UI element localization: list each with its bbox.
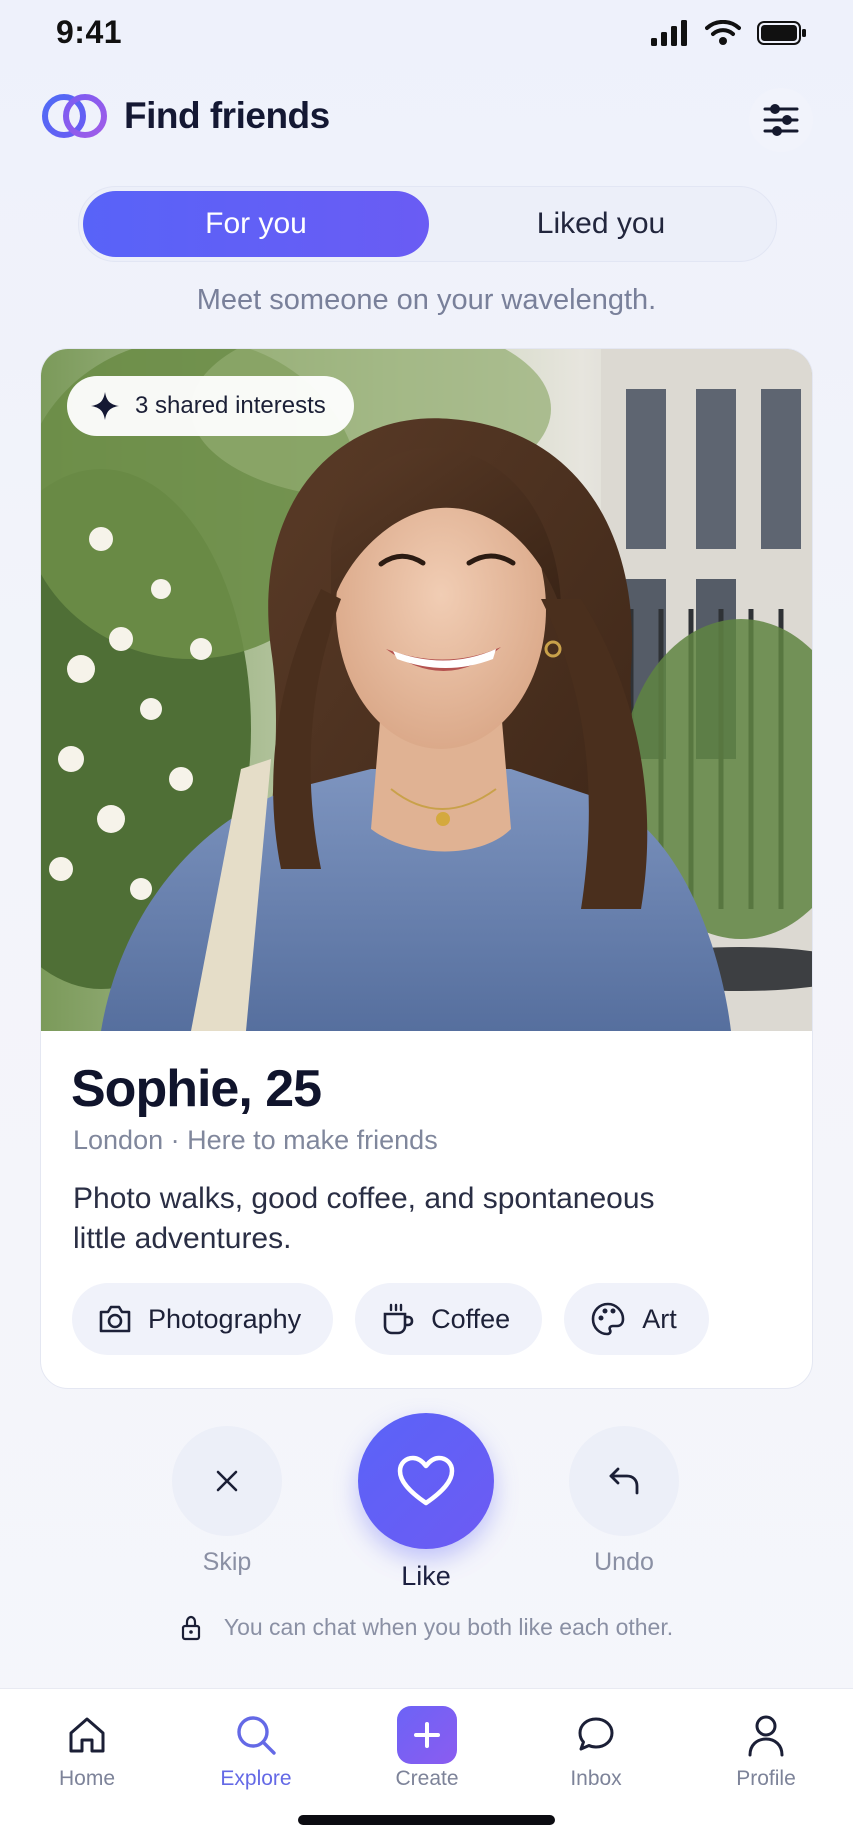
nav-label: Inbox (570, 1767, 622, 1790)
nav-explore[interactable]: Explore (186, 1707, 326, 1791)
filter-button[interactable] (749, 88, 813, 152)
tab-for-you[interactable]: For you (83, 191, 429, 257)
nav-label: Create (395, 1767, 459, 1790)
heart-icon (397, 1455, 455, 1506)
signal-icon (651, 20, 687, 46)
tab-liked-you[interactable]: Liked you (428, 191, 774, 257)
undo-action: Undo (569, 1426, 679, 1577)
skip-action: Skip (172, 1426, 282, 1577)
like-action: Like (358, 1413, 494, 1592)
like-label: Like (401, 1561, 451, 1591)
profile-bio: Photo walks, good coffee, and spontaneou… (73, 1182, 655, 1255)
home-indicator (298, 1815, 555, 1825)
interest-chip-label: Coffee (431, 1303, 511, 1334)
nav-create[interactable]: Create (357, 1706, 497, 1791)
chat-bubble-icon (578, 1717, 614, 1751)
undo-arrow-icon (609, 1467, 639, 1495)
lock-icon (181, 1615, 200, 1640)
shared-interests-label: 3 shared interests (135, 392, 326, 419)
nav-label: Profile (736, 1767, 796, 1790)
status-bar: 9:41 (0, 0, 853, 70)
battery-icon (757, 21, 806, 45)
interest-chip-label: Photography (148, 1303, 302, 1334)
profile-name: Sophie, 25 (71, 1060, 322, 1118)
person-icon (748, 1715, 784, 1757)
chat-note: You can chat when you both like each oth… (0, 1614, 853, 1641)
interest-chip-art[interactable]: Art (564, 1283, 709, 1355)
search-icon (237, 1716, 276, 1755)
page-title: Find friends (124, 95, 330, 136)
profile-meta: London · Here to make friends (73, 1125, 438, 1155)
palette-icon (591, 1302, 625, 1336)
skip-label: Skip (202, 1548, 252, 1576)
chat-note-text: You can chat when you both like each oth… (223, 1614, 674, 1640)
profile-photo[interactable]: 3 shared interests (41, 349, 812, 1031)
nav-profile[interactable]: Profile (696, 1707, 836, 1791)
create-button[interactable] (397, 1706, 457, 1764)
nav-label: Explore (220, 1767, 292, 1790)
app-header: Find friends (40, 84, 813, 152)
profile-photo-illustration (41, 349, 812, 1031)
sliders-icon (763, 104, 799, 136)
home-icon (69, 1717, 105, 1753)
shared-interests-badge: 3 shared interests (67, 376, 354, 436)
like-button[interactable] (358, 1413, 494, 1549)
status-icons (651, 20, 807, 46)
nav-inbox[interactable]: Inbox (526, 1707, 666, 1791)
nav-home[interactable]: Home (17, 1707, 157, 1791)
plus-icon (414, 1722, 440, 1748)
skip-button[interactable] (172, 1426, 282, 1536)
interest-chip-coffee[interactable]: Coffee (355, 1283, 543, 1355)
camera-icon (99, 1305, 131, 1333)
status-time: 9:41 (56, 14, 123, 50)
nav-label: Home (58, 1767, 116, 1790)
coffee-cup-icon (383, 1303, 414, 1335)
wifi-icon (705, 20, 741, 45)
sparkle-icon (91, 392, 119, 420)
close-icon (216, 1470, 238, 1492)
feed-tabs: For you Liked you (78, 186, 777, 262)
interest-chip-label: Art (642, 1303, 677, 1334)
tagline: Meet someone on your wavelength. (196, 284, 657, 316)
interest-chips: Photography Coffee Art (72, 1283, 709, 1355)
app-logo-rings-icon (42, 94, 107, 138)
profile-card[interactable]: 3 shared interests Sophie, 25 London · H… (40, 348, 813, 1389)
interest-chip-photography[interactable]: Photography (72, 1283, 334, 1355)
undo-button[interactable] (569, 1426, 679, 1536)
undo-label: Undo (594, 1548, 654, 1576)
